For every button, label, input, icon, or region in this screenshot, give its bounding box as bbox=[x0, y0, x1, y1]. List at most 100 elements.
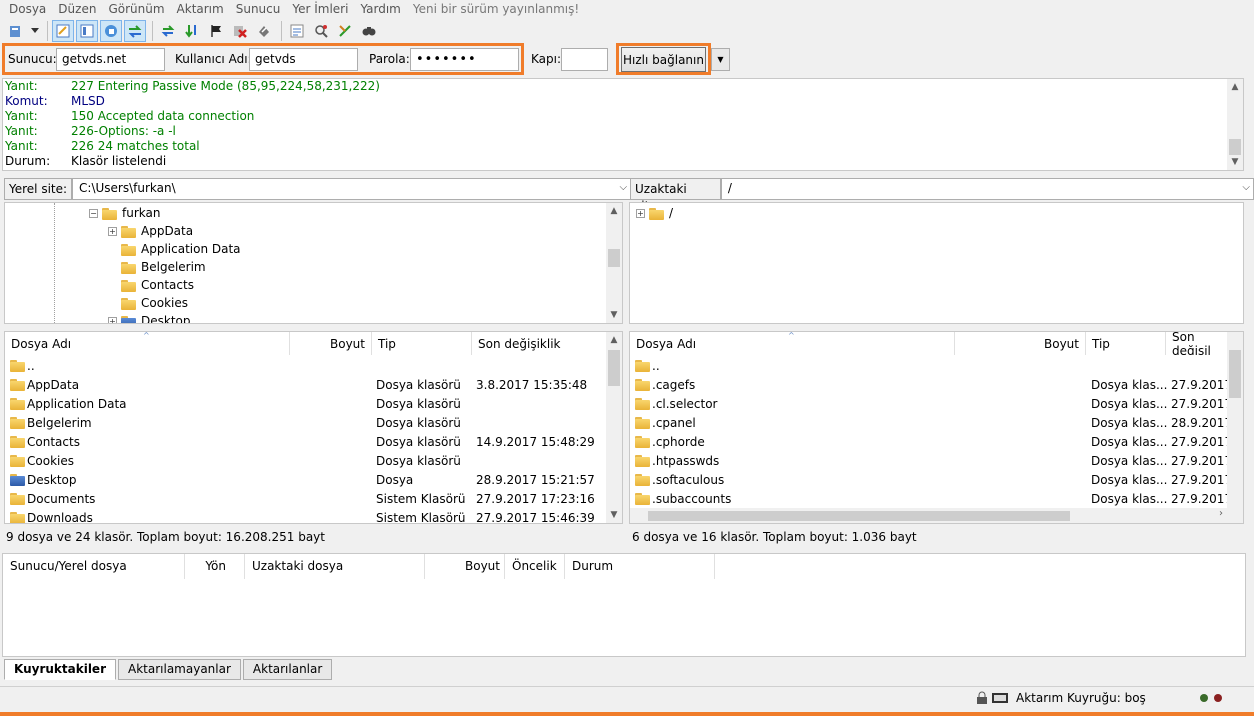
chevron-down-icon[interactable]: ⌵ bbox=[1242, 182, 1250, 193]
message-log-toggle-icon[interactable] bbox=[52, 20, 74, 42]
directory-listing-filter-icon[interactable] bbox=[286, 20, 308, 42]
update-notice[interactable]: Yeni bir sürüm yayınlanmış! bbox=[413, 2, 579, 16]
reconnect-icon[interactable] bbox=[253, 20, 275, 42]
table-row[interactable]: .cpanel Dosya klas... 28.9.2017 1 bbox=[630, 413, 1243, 432]
column-header-size[interactable]: Boyut bbox=[955, 332, 1086, 355]
log-scrollbar[interactable]: ▲ ▼ bbox=[1227, 79, 1243, 170]
table-row[interactable]: .. bbox=[630, 356, 1243, 375]
expand-icon[interactable]: − bbox=[89, 208, 98, 218]
scroll-down-icon[interactable]: ▼ bbox=[1227, 154, 1243, 170]
tab-queued[interactable]: Kuyruktakiler bbox=[4, 659, 116, 680]
scroll-thumb[interactable] bbox=[608, 249, 620, 267]
column-header-size[interactable]: Boyut bbox=[290, 332, 372, 355]
scroll-thumb[interactable] bbox=[608, 350, 620, 386]
table-row[interactable]: Contacts Dosya klasörü 14.9.2017 15:48:29 bbox=[5, 432, 622, 451]
tree-node[interactable]: + Desktop bbox=[108, 312, 191, 323]
username-input[interactable]: getvds bbox=[249, 48, 358, 71]
table-row[interactable]: .htpasswds Dosya klas... 27.9.2017 1 bbox=[630, 451, 1243, 470]
scroll-up-icon[interactable]: ▲ bbox=[606, 203, 622, 219]
remote-path-combo[interactable]: / ⌵ bbox=[720, 178, 1254, 200]
scroll-thumb[interactable] bbox=[648, 511, 1070, 521]
remote-list-scrollbar[interactable] bbox=[1227, 332, 1243, 508]
transfer-queue-toggle-icon[interactable] bbox=[124, 20, 146, 42]
remote-horizontal-scrollbar[interactable]: › bbox=[630, 508, 1243, 523]
table-row[interactable]: Belgelerim Dosya klasörü bbox=[5, 413, 622, 432]
port-input[interactable] bbox=[561, 48, 608, 71]
table-row[interactable]: Documents Sistem Klasörü 27.9.2017 17:23:1… bbox=[5, 489, 622, 508]
tree-node[interactable]: Cookies bbox=[108, 294, 188, 312]
scroll-up-icon[interactable]: ▲ bbox=[606, 332, 622, 348]
expand-icon[interactable]: + bbox=[636, 208, 645, 218]
column-header-type[interactable]: Tip bbox=[1086, 332, 1166, 355]
queue-column-priority[interactable]: Öncelik bbox=[505, 554, 565, 579]
menu-duzen[interactable]: Düzen bbox=[58, 2, 96, 16]
remote-tree-toggle-icon[interactable] bbox=[100, 20, 122, 42]
scroll-thumb[interactable] bbox=[1229, 350, 1241, 398]
synchronized-browsing-icon[interactable] bbox=[334, 20, 356, 42]
menu-dosya[interactable]: Dosya bbox=[9, 2, 46, 16]
binary-mode-icon[interactable] bbox=[992, 692, 1008, 707]
scroll-down-icon[interactable]: ▼ bbox=[606, 507, 622, 523]
tab-successful[interactable]: Aktarılanlar bbox=[242, 659, 333, 680]
site-manager-dropdown-icon[interactable] bbox=[29, 20, 41, 42]
menu-yer-imleri[interactable]: Yer İmleri bbox=[292, 2, 348, 16]
quickconnect-button[interactable]: Hızlı bağlanın bbox=[621, 47, 706, 72]
scroll-thumb[interactable] bbox=[1229, 139, 1241, 155]
tree-node[interactable]: Belgelerim bbox=[108, 258, 206, 276]
queue-column-server-local[interactable]: Sunucu/Yerel dosya bbox=[3, 554, 185, 579]
menu-aktarim[interactable]: Aktarım bbox=[177, 2, 224, 16]
tree-node[interactable]: Contacts bbox=[108, 276, 194, 294]
table-row[interactable]: Application Data Dosya klasörü bbox=[5, 394, 622, 413]
table-row[interactable]: Downloads Sistem Klasörü 27.9.2017 15:46:3… bbox=[5, 508, 622, 523]
local-list-scrollbar[interactable]: ▲ ▼ bbox=[606, 332, 622, 523]
expand-icon[interactable]: + bbox=[108, 226, 117, 236]
password-input[interactable]: ••••••• bbox=[410, 48, 519, 71]
local-path-combo[interactable]: C:\Users\furkan\ ⌵ bbox=[72, 178, 632, 200]
scroll-up-icon[interactable]: ▲ bbox=[1227, 79, 1243, 95]
tab-failed[interactable]: Aktarılamayanlar bbox=[118, 659, 241, 680]
menu-yardim[interactable]: Yardım bbox=[360, 2, 400, 16]
scroll-right-icon[interactable]: › bbox=[1219, 508, 1223, 519]
local-tree-toggle-icon[interactable] bbox=[76, 20, 98, 42]
column-header-modified[interactable]: Son değişiklik bbox=[472, 332, 608, 355]
menu-gorunum[interactable]: Görünüm bbox=[108, 2, 164, 16]
queue-column-direction[interactable]: Yön bbox=[185, 554, 245, 579]
tree-node[interactable]: + / bbox=[636, 204, 673, 222]
log-entry: Durum: Klasör listelendi bbox=[3, 154, 1243, 169]
queue-column-remote-file[interactable]: Uzaktaki dosya bbox=[245, 554, 425, 579]
tree-node[interactable]: + AppData bbox=[108, 222, 193, 240]
queue-column-size[interactable]: Boyut bbox=[425, 554, 505, 579]
table-row[interactable]: .subaccounts Dosya klas... 27.9.2017 1 bbox=[630, 489, 1243, 508]
scroll-down-icon[interactable]: ▼ bbox=[606, 307, 622, 323]
tree-node[interactable]: − furkan bbox=[89, 204, 160, 222]
site-manager-icon[interactable] bbox=[5, 20, 27, 42]
tree-node[interactable]: Application Data bbox=[108, 240, 241, 258]
table-row[interactable]: Desktop Dosya 28.9.2017 15:21:57 bbox=[5, 470, 622, 489]
file-name: Desktop bbox=[27, 472, 77, 487]
compare-directories-icon[interactable] bbox=[310, 20, 332, 42]
chevron-down-icon[interactable]: ⌵ bbox=[619, 182, 627, 193]
refresh-icon[interactable] bbox=[157, 20, 179, 42]
table-row[interactable]: .cphorde Dosya klas... 27.9.2017 1 bbox=[630, 432, 1243, 451]
table-row[interactable]: .cl.selector Dosya klas... 27.9.2017 1 bbox=[630, 394, 1243, 413]
log-type: Yanıt: bbox=[5, 124, 38, 138]
local-tree-scrollbar[interactable]: ▲ ▼ bbox=[606, 203, 622, 323]
queue-column-status[interactable]: Durum bbox=[565, 554, 715, 579]
status-bar: Aktarım Kuyruğu: boş bbox=[0, 686, 1254, 710]
process-queue-icon[interactable] bbox=[181, 20, 203, 42]
menu-sunucu[interactable]: Sunucu bbox=[236, 2, 281, 16]
column-header-type[interactable]: Tip bbox=[372, 332, 472, 355]
table-row[interactable]: .. bbox=[5, 356, 622, 375]
search-remote-files-icon[interactable] bbox=[358, 20, 380, 42]
host-input[interactable]: getvds.net bbox=[56, 48, 165, 71]
quickconnect-dropdown-icon[interactable]: ▼ bbox=[711, 48, 730, 71]
table-row[interactable]: Cookies Dosya klasörü bbox=[5, 451, 622, 470]
disconnect-icon[interactable] bbox=[229, 20, 251, 42]
table-row[interactable]: AppData Dosya klasörü 3.8.2017 15:35:48 bbox=[5, 375, 622, 394]
file-name: Documents bbox=[27, 491, 96, 506]
table-row[interactable]: .softaculous Dosya klas... 27.9.2017 1 bbox=[630, 470, 1243, 489]
cancel-operation-icon[interactable] bbox=[205, 20, 227, 42]
table-row[interactable]: .cagefs Dosya klas... 27.9.2017 1 bbox=[630, 375, 1243, 394]
expand-icon[interactable]: + bbox=[108, 316, 117, 323]
column-header-modified[interactable]: Son değişil bbox=[1166, 332, 1229, 355]
